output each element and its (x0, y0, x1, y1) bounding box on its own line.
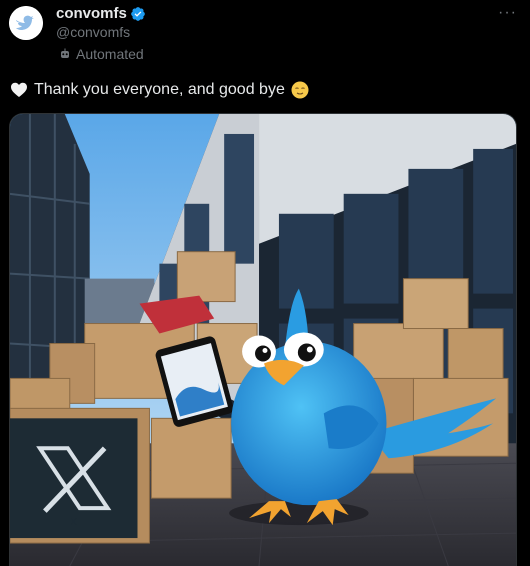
white-heart-emoji (10, 81, 28, 99)
tweet-image[interactable]: X (9, 113, 517, 566)
avatar[interactable] (9, 6, 43, 40)
relieved-face-emoji (291, 81, 309, 99)
twitter-logo-avatar (9, 6, 43, 40)
box-logo-text: X (70, 517, 77, 528)
handle[interactable]: @convomfs (56, 24, 130, 40)
automated-label: Automated (59, 46, 144, 62)
robot-icon (61, 48, 69, 58)
bird-mascot-image: X (10, 114, 516, 566)
verified-badge-icon (131, 6, 145, 21)
display-name[interactable]: convomfs (56, 5, 127, 22)
tweet-text: Thank you everyone, and good bye (10, 81, 309, 99)
author-row: convomfs (56, 5, 146, 22)
more-options-icon[interactable]: ··· (498, 4, 517, 22)
automated-text: Automated (76, 46, 144, 62)
tweet-body: Thank you everyone, and good bye (34, 81, 285, 98)
